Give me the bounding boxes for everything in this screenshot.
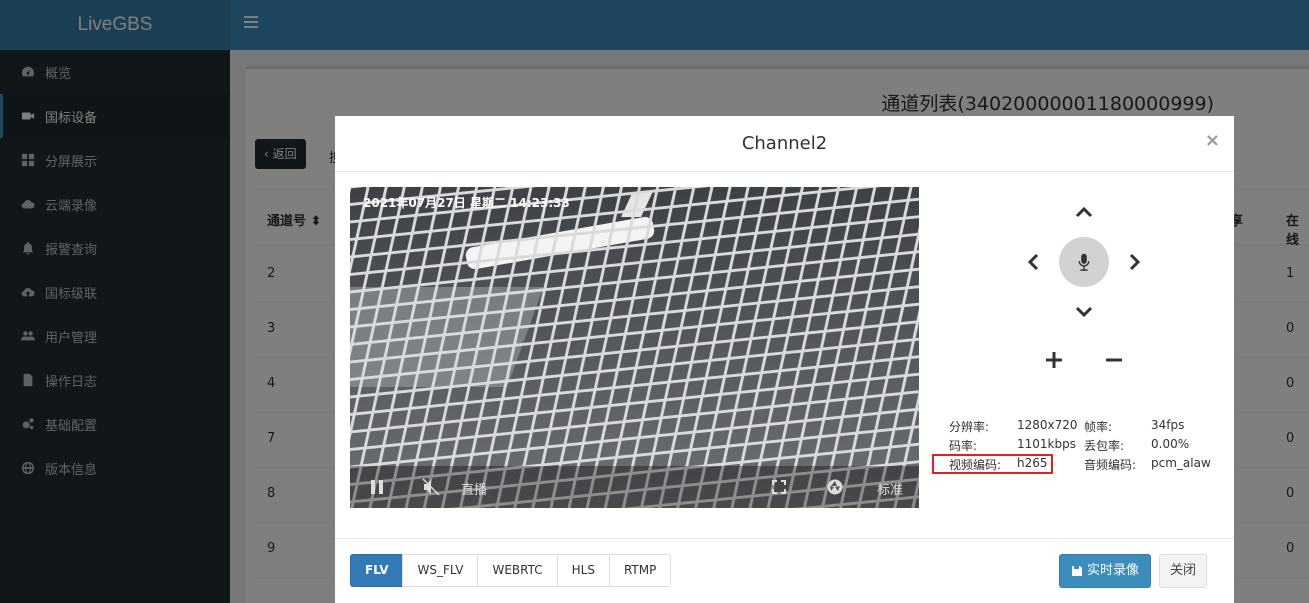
realtime-record-button[interactable]: 实时录像 — [1059, 554, 1152, 588]
bitrate-value: 1101kbps — [1017, 437, 1076, 451]
video-osd-timestamp: 2021年07月27日 星期二 14:23:33 — [363, 196, 570, 210]
audio-codec-value: pcm_alaw — [1151, 456, 1211, 470]
close-icon[interactable]: × — [1205, 130, 1220, 151]
modal-footer: FLV WS_FLV WEBRTC HLS RTMP 实时录像 关闭 — [335, 538, 1234, 603]
resolution-label: 分辨率: — [949, 420, 990, 434]
stats-row: 分辨率: 1280x720 帧率: 34fps — [949, 416, 1229, 435]
ptz-up-button[interactable] — [1072, 200, 1096, 224]
quality-button[interactable]: 标准 — [877, 479, 903, 498]
video-player[interactable]: 2021年07月27日 星期二 14:23:33 直播 标准 — [350, 187, 919, 508]
protocol-webrtc-button[interactable]: WEBRTC — [477, 554, 558, 587]
ptz-control — [1000, 200, 1170, 380]
chevron-up-icon — [1075, 206, 1093, 218]
chevron-down-icon — [1075, 306, 1093, 318]
microphone-icon — [1078, 253, 1090, 271]
bitrate-label: 码率: — [949, 439, 978, 453]
packet-loss-value: 0.00% — [1151, 437, 1190, 451]
audio-codec-label: 音频编码: — [1084, 458, 1137, 472]
chevron-left-icon — [1027, 253, 1039, 271]
chevron-right-icon — [1129, 253, 1141, 271]
live-label: 直播 — [461, 483, 488, 498]
mute-icon[interactable] — [422, 478, 440, 500]
protocol-ws-flv-button[interactable]: WS_FLV — [402, 554, 479, 587]
zoom-out-button[interactable] — [1102, 348, 1126, 372]
save-icon — [1072, 566, 1082, 576]
video-codec-highlight — [932, 454, 1053, 474]
zoom-in-button[interactable] — [1042, 348, 1066, 372]
protocol-switcher: FLV WS_FLV WEBRTC HLS RTMP — [350, 554, 672, 587]
ptz-left-button[interactable] — [1022, 250, 1046, 274]
player-modal: Channel2 × 2021年07月27日 星期二 14:23:33 直播 标… — [335, 116, 1234, 603]
modal-title: Channel2 — [741, 133, 828, 154]
fps-label: 帧率: — [1084, 420, 1113, 434]
ptz-down-button[interactable] — [1072, 300, 1096, 324]
video-frame — [350, 187, 919, 508]
resolution-value: 1280x720 — [1017, 418, 1078, 432]
plus-icon — [1046, 352, 1062, 368]
minus-icon — [1106, 358, 1122, 362]
video-controls: 直播 标准 — [350, 466, 919, 508]
microphone-button[interactable] — [1059, 237, 1109, 287]
protocol-rtmp-button[interactable]: RTMP — [608, 554, 672, 587]
packet-loss-label: 丢包率: — [1084, 439, 1125, 453]
ptz-right-button[interactable] — [1122, 250, 1146, 274]
snapshot-icon[interactable] — [826, 478, 844, 500]
close-button[interactable]: 关闭 — [1159, 554, 1208, 588]
stats-row: 码率: 1101kbps 丢包率: 0.00% — [949, 435, 1229, 454]
fps-value: 34fps — [1151, 418, 1185, 432]
fullscreen-icon[interactable] — [770, 478, 788, 500]
protocol-hls-button[interactable]: HLS — [556, 554, 610, 587]
protocol-flv-button[interactable]: FLV — [350, 554, 404, 587]
pause-icon[interactable] — [368, 478, 386, 500]
modal-header: Channel2 × — [335, 116, 1234, 172]
